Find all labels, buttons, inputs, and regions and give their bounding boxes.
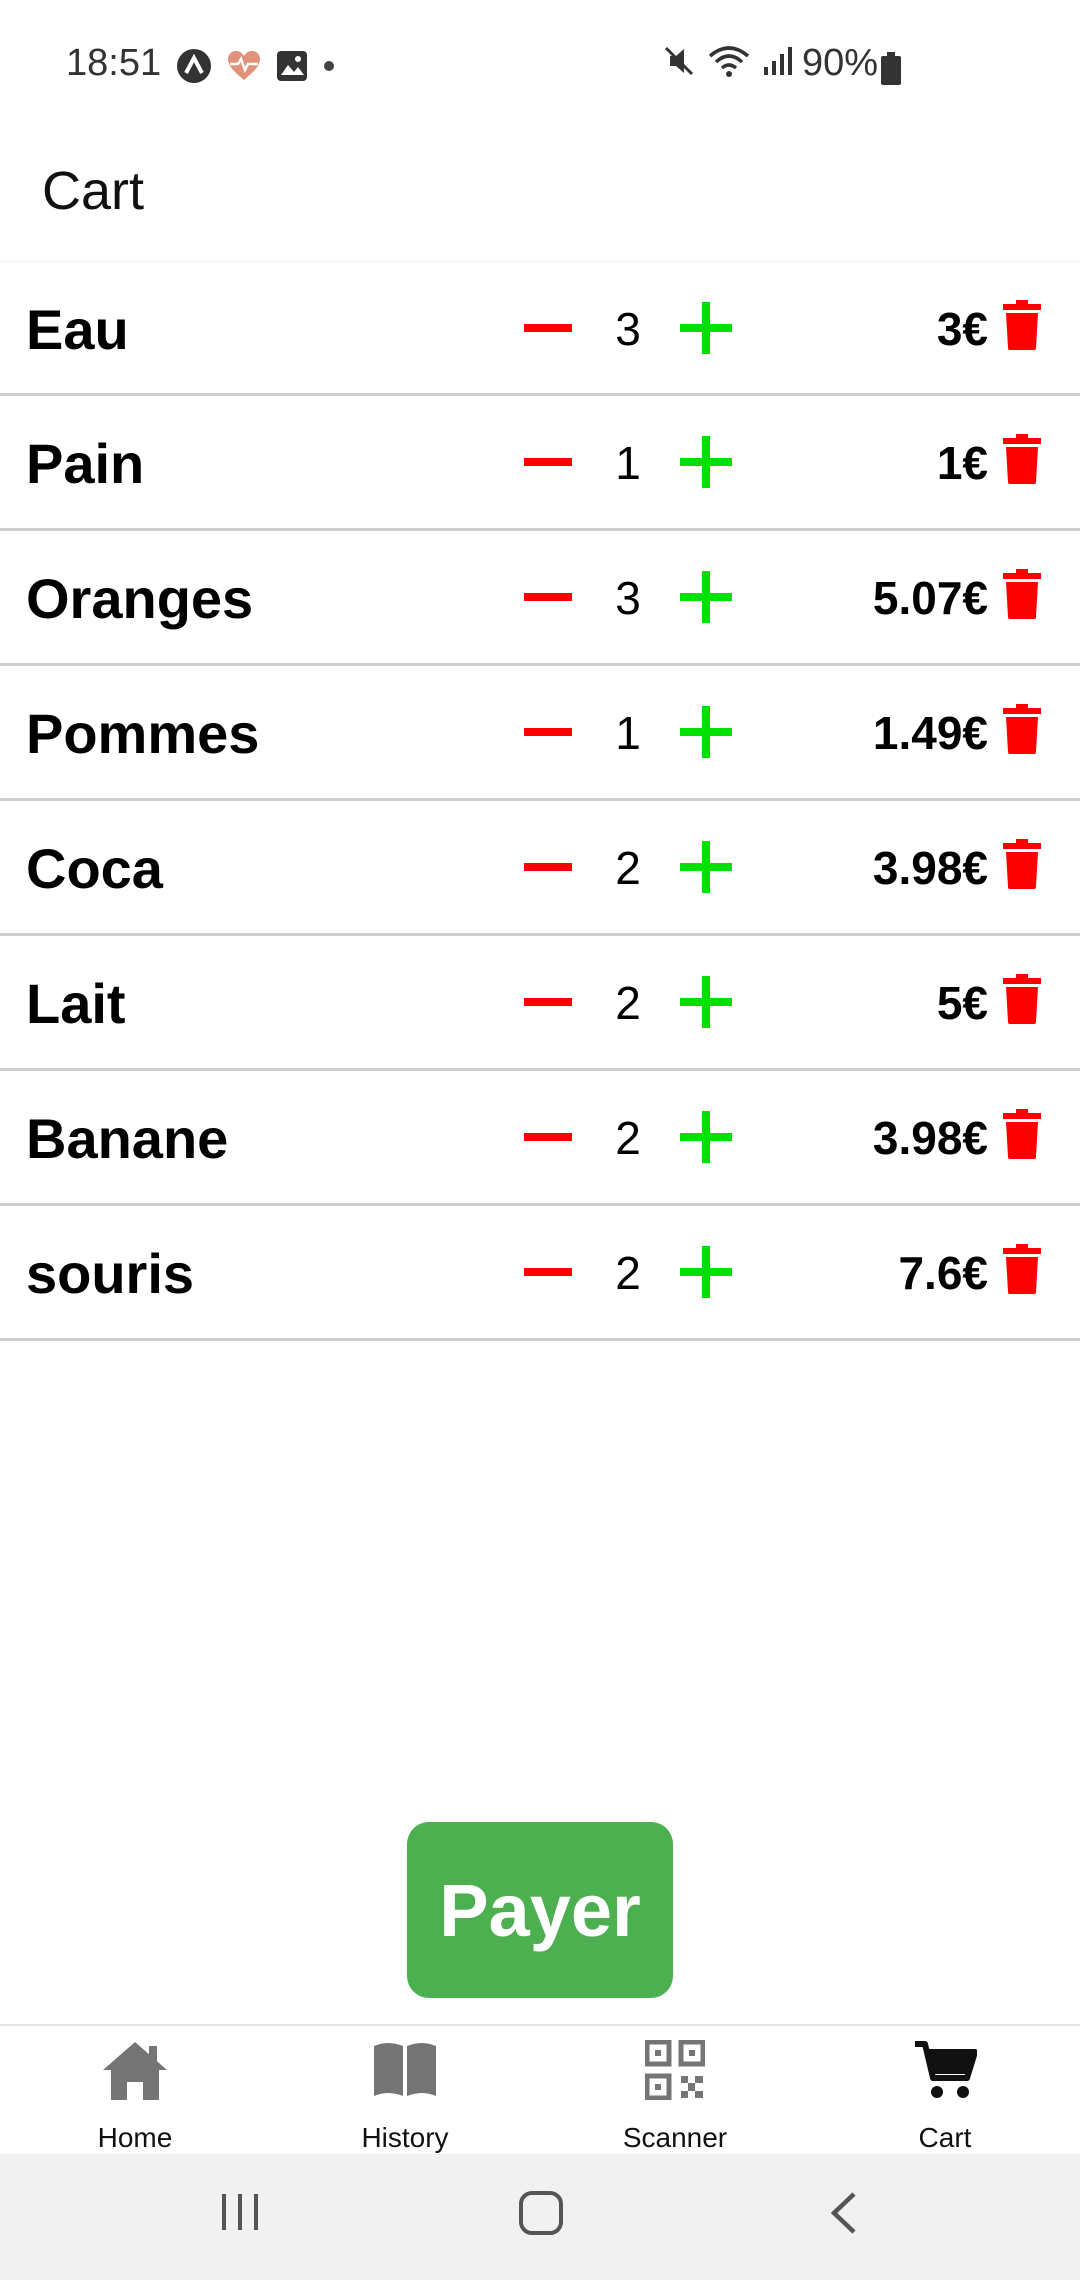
item-name: Coca — [26, 837, 163, 900]
list-item: souris 2 7.6€ — [0, 1206, 1080, 1341]
list-item: Coca 2 3.98€ — [0, 801, 1080, 936]
item-name: Pommes — [26, 702, 260, 765]
battery-percentage: 90% — [802, 42, 879, 84]
increase-quantity-button[interactable] — [680, 706, 732, 758]
mute-icon — [662, 44, 696, 83]
status-bar: 18:51 90% — [0, 0, 1080, 130]
book-icon — [372, 2040, 438, 2103]
list-item: Oranges 3 5.07€ — [0, 531, 1080, 666]
heart-pulse-icon — [226, 50, 262, 87]
item-quantity: 3 — [615, 303, 641, 355]
list-item: Eau 3 3€ — [0, 261, 1080, 396]
nav-label-scanner: Scanner — [622, 2122, 728, 2153]
item-price: 7.6€ — [898, 1247, 988, 1299]
app-a-icon — [176, 48, 212, 89]
item-price: 5€ — [936, 977, 988, 1029]
trash-icon[interactable] — [1003, 569, 1041, 619]
image-icon — [276, 50, 308, 87]
trash-icon[interactable] — [1003, 300, 1041, 350]
increase-quantity-button[interactable] — [680, 976, 732, 1028]
trash-icon[interactable] — [1003, 1244, 1041, 1294]
nav-label-home: Home — [97, 2122, 173, 2153]
item-name: Eau — [26, 298, 129, 361]
increase-quantity-button[interactable] — [680, 841, 732, 893]
item-name: Oranges — [26, 567, 254, 630]
status-time: 18:51 — [66, 42, 162, 84]
item-price: 3€ — [936, 303, 988, 355]
nav-label-history: History — [361, 2122, 449, 2153]
decrease-quantity-button[interactable] — [520, 982, 576, 1022]
cart-icon — [913, 2040, 978, 2105]
list-item: Pommes 1 1.49€ — [0, 666, 1080, 801]
item-quantity: 1 — [615, 707, 641, 759]
list-item: Pain 1 1€ — [0, 396, 1080, 531]
list-item: Banane 2 3.98€ — [0, 1071, 1080, 1206]
decrease-quantity-button[interactable] — [520, 577, 576, 617]
increase-quantity-button[interactable] — [680, 436, 732, 488]
qr-code-icon — [644, 2039, 706, 2105]
page-title: Cart — [42, 161, 145, 221]
nav-item-cart[interactable]: Cart — [810, 2026, 1080, 2156]
item-name: Lait — [26, 972, 126, 1035]
system-nav-bar — [0, 2154, 1080, 2280]
trash-icon[interactable] — [1003, 839, 1041, 889]
item-price: 5.07€ — [872, 572, 988, 624]
nav-item-scanner[interactable]: Scanner — [540, 2026, 810, 2156]
trash-icon[interactable] — [1003, 974, 1041, 1024]
trash-icon[interactable] — [1003, 1109, 1041, 1159]
signal-icon — [762, 45, 792, 82]
decrease-quantity-button[interactable] — [520, 1252, 576, 1292]
item-quantity: 1 — [615, 437, 641, 489]
item-name: Banane — [26, 1107, 229, 1170]
item-price: 3.98€ — [872, 842, 988, 894]
item-quantity: 2 — [615, 1112, 641, 1164]
recent-apps-icon[interactable] — [218, 2190, 262, 2239]
wifi-icon — [708, 44, 750, 83]
item-quantity: 2 — [615, 1247, 641, 1299]
back-icon[interactable] — [826, 2190, 862, 2241]
status-left-icons — [176, 48, 336, 89]
trash-icon[interactable] — [1003, 704, 1041, 754]
decrease-quantity-button[interactable] — [520, 712, 576, 752]
nav-item-home[interactable]: Home — [0, 2026, 270, 2156]
app-header: Cart — [0, 130, 1080, 258]
home-icon — [101, 2040, 169, 2107]
item-quantity: 2 — [615, 842, 641, 894]
cart-list: Eau 3 3€ Pain 1 1€ Oranges 3 5.07€ Pomme… — [0, 261, 1080, 1341]
nav-label-cart: Cart — [918, 2122, 972, 2153]
increase-quantity-button[interactable] — [680, 302, 732, 354]
item-price: 3.98€ — [872, 1112, 988, 1164]
battery-icon — [880, 52, 902, 91]
trash-icon[interactable] — [1003, 434, 1041, 484]
bottom-nav: Home History Scanner Cart — [0, 2024, 1080, 2156]
item-price: 1.49€ — [872, 707, 988, 759]
decrease-quantity-button[interactable] — [520, 1117, 576, 1157]
list-item: Lait 2 5€ — [0, 936, 1080, 1071]
status-right-icons — [662, 44, 792, 83]
increase-quantity-button[interactable] — [680, 571, 732, 623]
dot-icon — [322, 59, 336, 78]
item-quantity: 3 — [615, 572, 641, 624]
pay-button[interactable]: Payer — [407, 1822, 673, 1998]
item-name: souris — [26, 1242, 195, 1305]
increase-quantity-button[interactable] — [680, 1246, 732, 1298]
item-price: 1€ — [936, 437, 988, 489]
home-button-icon[interactable] — [518, 2190, 564, 2241]
increase-quantity-button[interactable] — [680, 1111, 732, 1163]
decrease-quantity-button[interactable] — [520, 308, 576, 348]
item-quantity: 2 — [615, 977, 641, 1029]
decrease-quantity-button[interactable] — [520, 847, 576, 887]
nav-item-history[interactable]: History — [270, 2026, 540, 2156]
decrease-quantity-button[interactable] — [520, 442, 576, 482]
item-name: Pain — [26, 432, 145, 495]
